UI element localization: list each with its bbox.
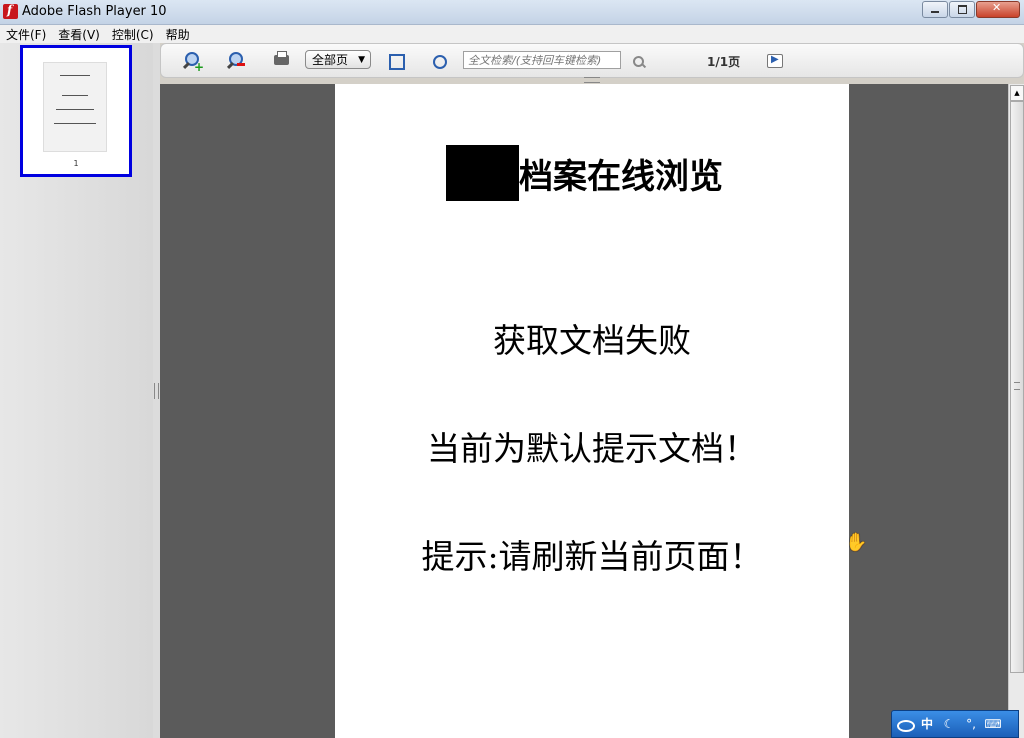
menu-control[interactable]: 控制(C) [106,26,160,43]
panel-splitter[interactable] [153,43,160,738]
zoom-out-icon[interactable] [226,52,245,70]
scroll-up-button[interactable]: ▲ [1010,85,1024,101]
close-button[interactable] [976,1,1020,18]
splitter-grip [154,383,159,399]
zoom-mode-select[interactable]: 全部页 ▼ [305,50,371,69]
vertical-scrollbar[interactable]: ▲ [1008,84,1024,738]
print-icon[interactable] [273,51,291,70]
moon-icon[interactable]: ☾ [940,715,958,733]
search-icon[interactable] [633,56,644,67]
toolbar-grip[interactable] [584,77,600,83]
doc-title: 档案在线浏览 [519,156,723,197]
ime-language[interactable]: 中 [918,715,936,733]
ime-toolbar: 中 ☾ °, ⌨ [891,710,1019,738]
keyboard-icon[interactable]: ⌨ [984,715,1002,733]
chevron-down-icon: ▼ [358,55,365,65]
punctuation-icon[interactable]: °, [962,715,980,733]
window-title: Adobe Flash Player 10 [22,4,167,19]
doc-line-1: 获取文档失败 [493,321,691,360]
menu-view[interactable]: 查看(V) [52,26,106,43]
zoom-in-icon[interactable]: + [182,52,204,73]
maximize-button[interactable] [949,1,975,18]
next-page-icon[interactable] [767,54,783,68]
flash-app-icon: f [3,3,18,19]
viewer-toolbar: + 全部页 ▼ 1/1页 [160,43,1024,83]
menu-file[interactable]: 文件(F) [0,26,52,43]
menu-bar: 文件(F) 查看(V) 控制(C) 帮助 [0,25,1024,43]
ime-logo-icon[interactable] [896,715,915,733]
thumbnail-page-number: 1 [73,159,79,168]
scroll-thumb[interactable] [1010,101,1024,673]
document-viewport[interactable]: 档案在线浏览 获取文档失败 当前为默认提示文档！ 提示:请刷新当前页面！ [160,84,1008,738]
doc-title-row: 档案在线浏览 [446,145,723,201]
page-counter: 1/1页 [707,55,741,69]
search-input[interactable] [463,51,621,69]
zoom-mode-value: 全部页 [312,53,349,67]
hand-cursor-icon: ✋ [845,532,868,553]
redaction-block [446,145,519,201]
title-bar: f Adobe Flash Player 10 [0,0,1024,25]
fit-page-icon[interactable] [387,52,405,70]
thumbnail-preview [43,62,107,152]
minimize-button[interactable] [922,1,948,18]
doc-line-2: 当前为默认提示文档！ [427,429,757,468]
thumbnail-panel: 1 [0,43,153,738]
doc-line-3: 提示:请刷新当前页面！ [421,537,763,576]
page-thumbnail[interactable]: 1 [20,45,132,177]
fit-width-icon[interactable] [430,52,448,70]
menu-help[interactable]: 帮助 [160,26,196,43]
window-controls [921,1,1020,18]
document-page: 档案在线浏览 获取文档失败 当前为默认提示文档！ 提示:请刷新当前页面！ [335,84,849,738]
